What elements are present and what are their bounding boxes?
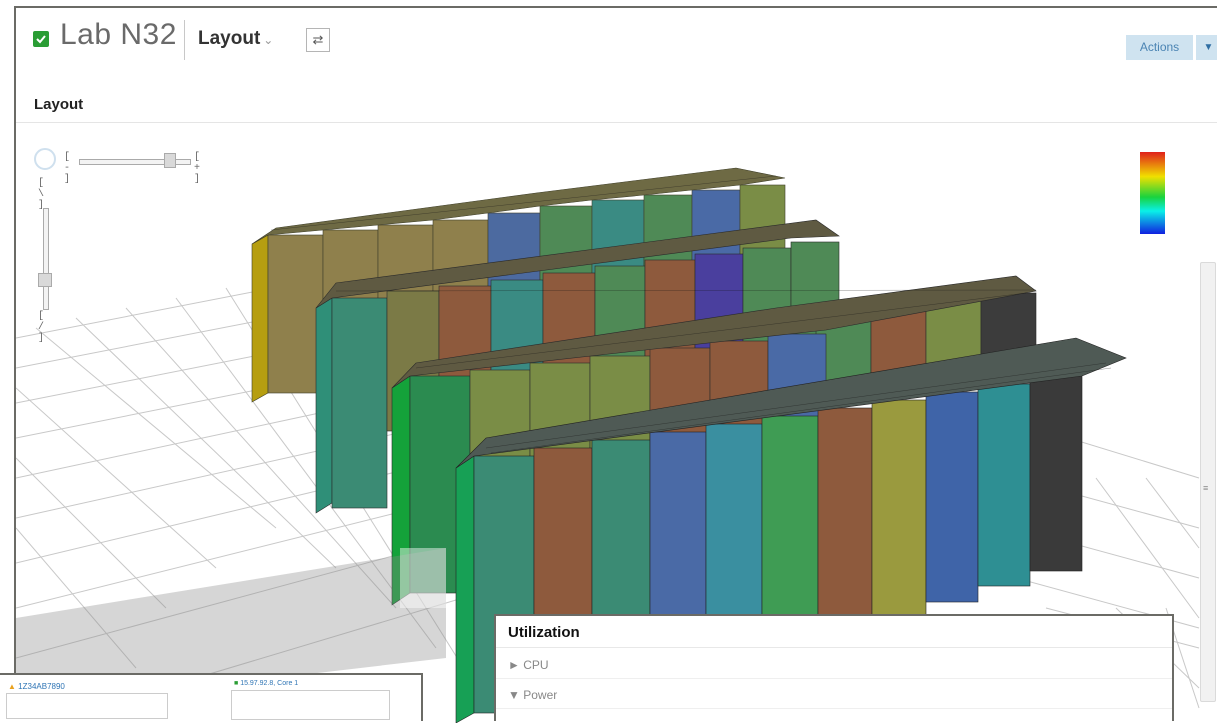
zoom-in-button[interactable]: [ + ] (194, 152, 200, 185)
scroll-grip-icon: ≡ (1203, 483, 1209, 493)
divider (496, 678, 1172, 679)
rotate-icon[interactable] (34, 148, 56, 170)
heatmap-legend (1140, 152, 1165, 234)
utilization-item-power[interactable]: ▼ Power (508, 688, 557, 702)
zoom-slider-thumb[interactable] (164, 153, 176, 168)
divider (496, 647, 1172, 648)
node-label-a[interactable]: ▲ 1Z34AB7890 (8, 682, 65, 691)
divider (496, 708, 1172, 709)
node-label-b[interactable]: ■ 15.97.92.8, Core 1 (234, 680, 298, 687)
tilt-slider-thumb[interactable] (38, 273, 52, 287)
warning-icon: ▲ (8, 682, 16, 691)
zoom-out-button[interactable]: [ - ] (64, 152, 70, 185)
collapse-arrow-icon: ▼ (508, 688, 520, 702)
tilt-slider[interactable] (43, 208, 49, 310)
tilt-up-button[interactable]: [ \ ] (38, 178, 44, 211)
utilization-item-label: CPU (523, 658, 549, 672)
utilization-panel: Utilization ► CPU ▼ Power (494, 614, 1174, 721)
node-card[interactable] (231, 690, 390, 720)
utilization-item-label: Power (523, 688, 558, 702)
node-b-text: 15.97.92.8, Core 1 (240, 680, 299, 687)
node-card[interactable] (6, 693, 168, 719)
status-ok-icon: ■ (234, 680, 239, 687)
tilt-down-button[interactable]: [ / ] (38, 311, 44, 344)
utilization-title: Utilization (508, 624, 580, 641)
association-panel: ▲ 1Z34AB7890 ■ 15.97.92.8, Core 1 (0, 673, 423, 721)
expand-arrow-icon: ► (508, 658, 520, 672)
node-a-text: 1Z34AB7890 (18, 682, 65, 691)
vertical-scrollbar[interactable]: ≡ (1200, 262, 1216, 702)
utilization-item-cpu[interactable]: ► CPU (508, 658, 549, 672)
